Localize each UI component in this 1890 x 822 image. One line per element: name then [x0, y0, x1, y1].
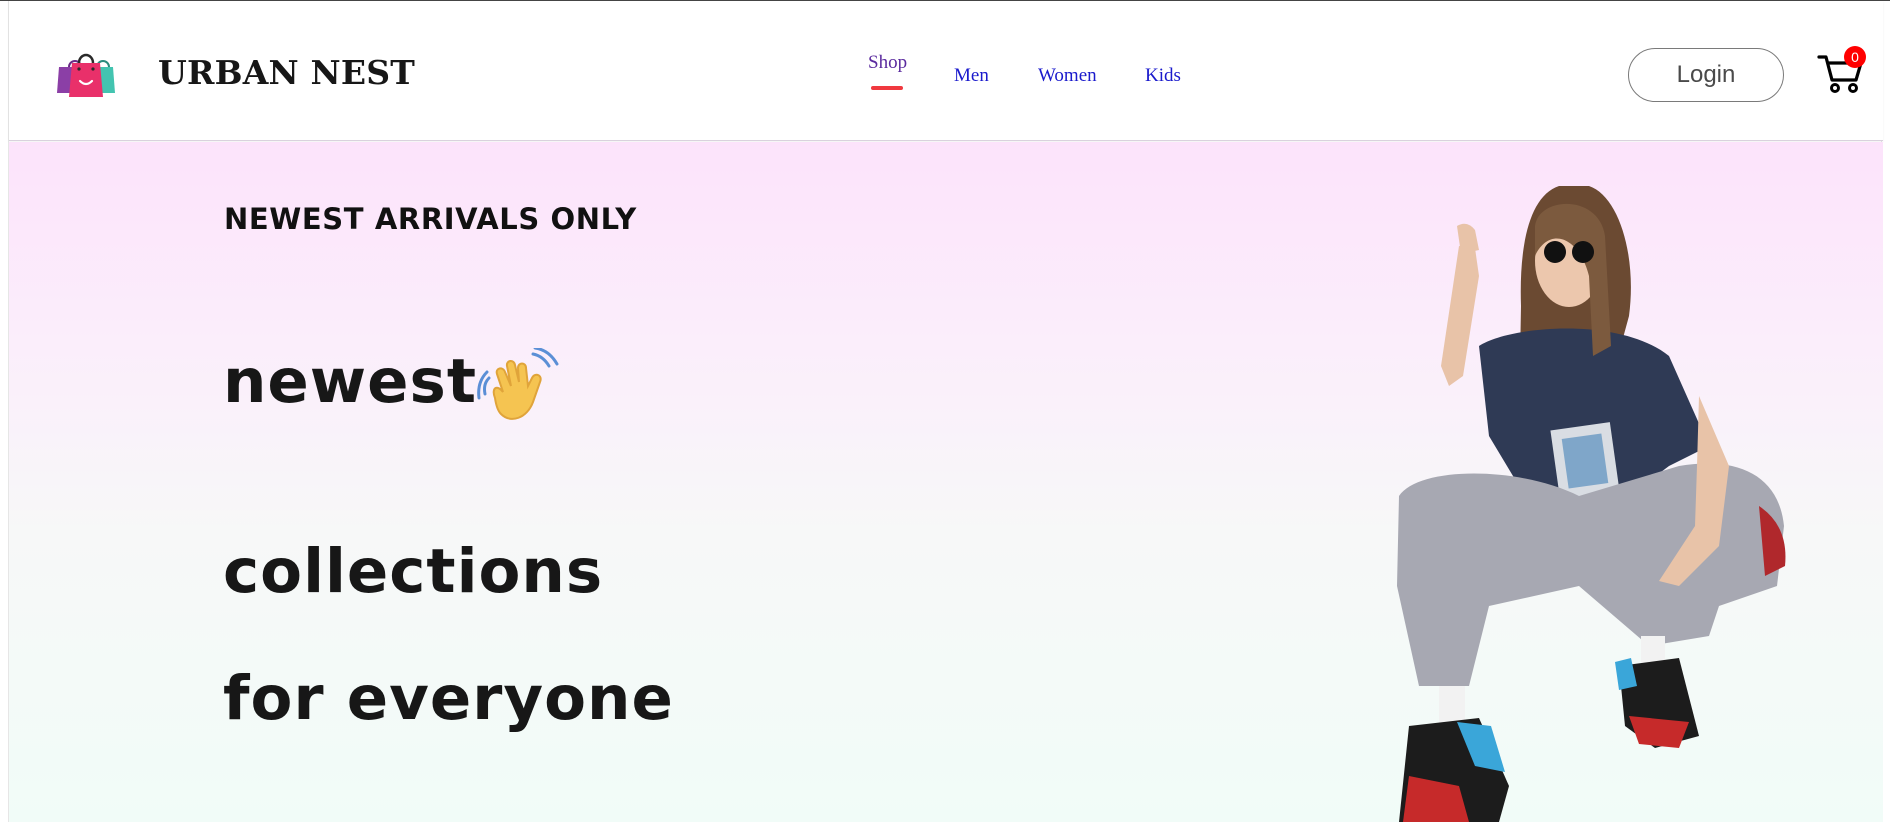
- login-button[interactable]: Login: [1628, 48, 1784, 102]
- fashion-model-photo: [1379, 166, 1839, 822]
- cart-count-badge: 0: [1844, 46, 1866, 68]
- waving-hand-icon: [477, 346, 561, 432]
- main-menu: Shop Men Women Kids: [9, 51, 1883, 111]
- nav-link-men[interactable]: Men: [954, 65, 989, 87]
- nav-link-shop[interactable]: Shop: [868, 52, 907, 74]
- hero-section: NEWEST ARRIVALS ONLY newest collections …: [9, 142, 1883, 822]
- hero-headline-line3: for everyone: [223, 663, 674, 734]
- page: URBAN NEST Shop Men Women Kids Login 0 N…: [8, 1, 1883, 822]
- hero-headline-line1: newest: [223, 346, 477, 417]
- active-nav-indicator: [871, 86, 903, 90]
- hero-headline-line2: collections: [223, 536, 604, 607]
- nav-link-women[interactable]: Women: [1038, 65, 1097, 87]
- hero-eyebrow: NEWEST ARRIVALS ONLY: [224, 202, 637, 236]
- nav-link-kids[interactable]: Kids: [1145, 65, 1181, 87]
- navbar: URBAN NEST Shop Men Women Kids Login 0: [9, 1, 1883, 141]
